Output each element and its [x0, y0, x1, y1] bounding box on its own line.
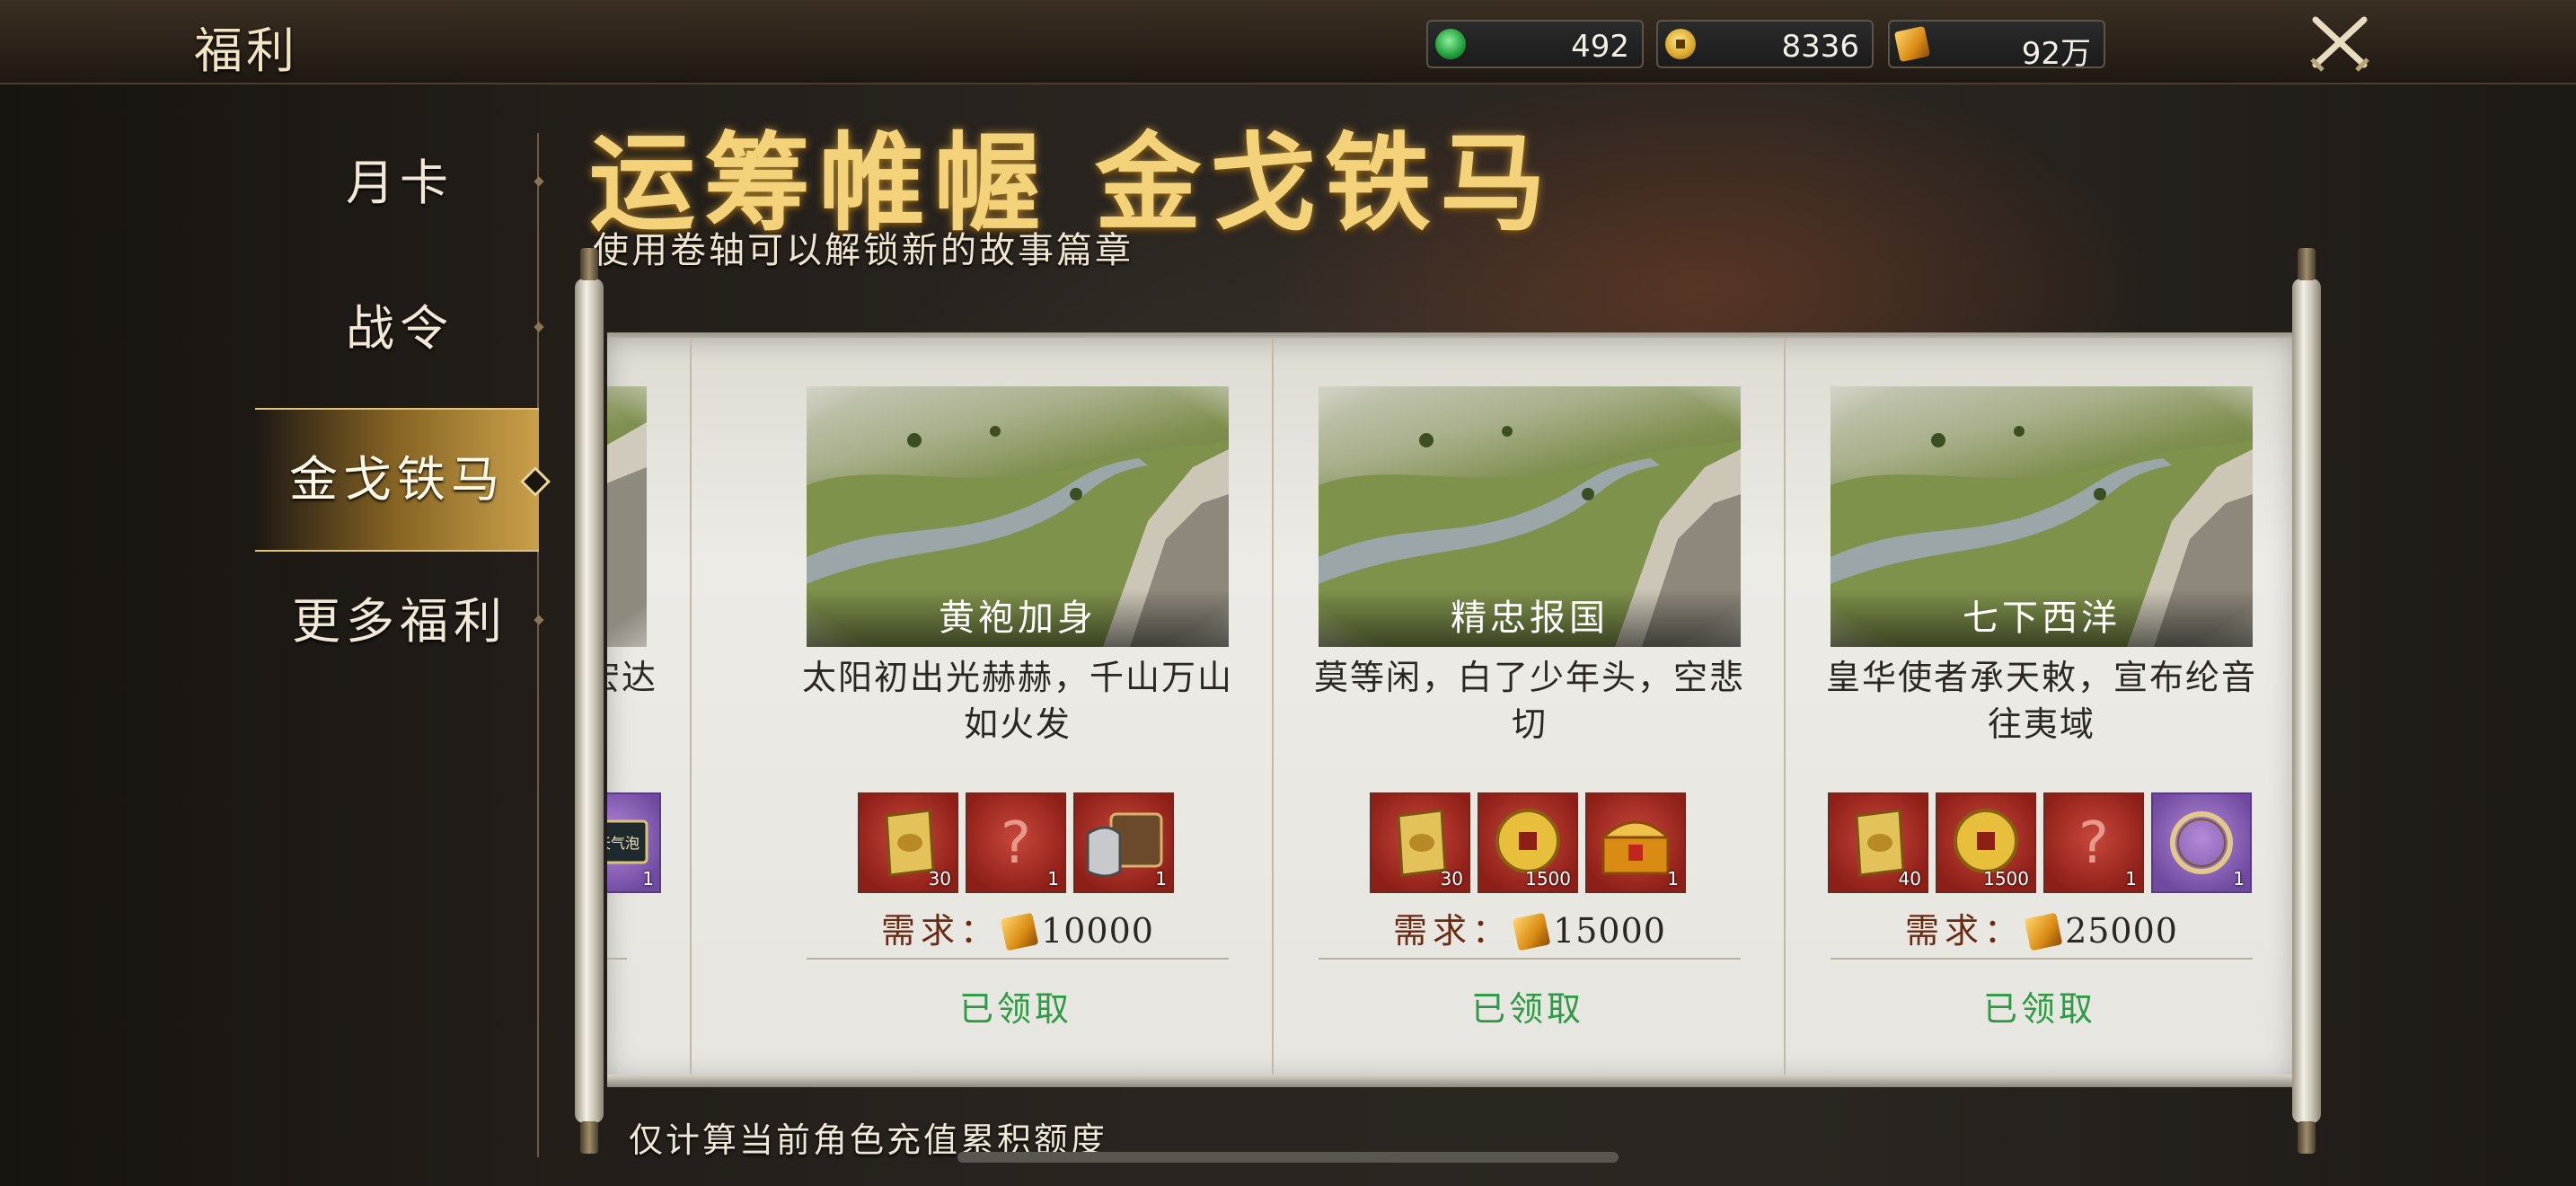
reward-row: 30 ? 1 1	[760, 792, 1272, 895]
reward-count: 1	[642, 868, 654, 890]
home-indicator[interactable]	[957, 1152, 1619, 1163]
sidebar-active-marker	[520, 466, 551, 497]
reward-count: 1	[1047, 868, 1059, 890]
partial-chapter-card[interactable]: 基宏达 聊天气泡 1	[607, 338, 692, 1080]
jade-icon	[1435, 29, 1466, 59]
sidebar-item-label: 金戈铁马	[289, 451, 505, 508]
chapter-title: 七下西洋	[1831, 589, 2253, 647]
reward-count: 1	[2233, 868, 2245, 890]
gold-ingot-icon	[1512, 912, 1551, 951]
reward-item[interactable]: 1500	[1936, 792, 2036, 893]
scroll-right-rod	[2292, 248, 2321, 1154]
gold-ingot-icon	[1000, 912, 1039, 951]
reward-count: 1500	[1525, 868, 1571, 890]
requirement-label: 需求：	[1905, 911, 2025, 951]
chapter-card[interactable]: 七下西洋 皇华使者承天敕，宣布纶音往夷域 40 1500 ? 1 1 需求： 2…	[1784, 338, 2294, 1080]
svg-text:?: ?	[1001, 810, 1031, 877]
sidebar-marker	[534, 176, 544, 187]
sidebar-item-label: 月卡	[346, 155, 454, 211]
reward-item[interactable]: 1500	[1478, 792, 1578, 893]
claimed-status: 已领取	[958, 989, 1072, 1029]
reward-count: 1	[1667, 868, 1679, 890]
reward-count: 30	[928, 868, 951, 890]
reward-item[interactable]: ? 1	[966, 792, 1066, 893]
chapter-description: 莫等闲，白了少年头，空悲切	[1313, 658, 1745, 744]
chapter-title: 黄袍加身	[807, 589, 1229, 647]
reward-item[interactable]: 1	[1585, 792, 1686, 893]
reward-item[interactable]: 40	[1828, 792, 1928, 893]
reward-row: 30 1500 1	[1272, 792, 1784, 895]
reward-item[interactable]: ? 1	[2043, 792, 2144, 893]
reward-count: 30	[1440, 868, 1463, 890]
chapter-description: 基宏达	[607, 658, 657, 697]
gold-ingot-icon	[2024, 912, 2063, 951]
banner-subtitle: 使用卷轴可以解锁新的故事篇章	[593, 230, 1134, 271]
sidebar-item-label: 更多福利	[292, 593, 507, 650]
top-bar	[0, 0, 2576, 84]
claimed-status: 已领取	[1470, 989, 1584, 1029]
requirement-value: 15000	[1553, 911, 1666, 951]
chapter-image	[607, 386, 647, 647]
chapter-description: 皇华使者承天敕，宣布纶音往夷域	[1825, 658, 2257, 744]
sidebar-item-monthly-card[interactable]: 月卡	[260, 129, 544, 237]
resource-jade[interactable]: 492	[1426, 20, 1644, 68]
sidebar-item-battle-pass[interactable]: 战令	[260, 275, 544, 383]
coin-icon	[1665, 29, 1696, 59]
reward-count: 1	[1155, 868, 1167, 890]
sidebar-item-more-benefits[interactable]: 更多福利	[260, 568, 544, 676]
scroll-paper[interactable]: 基宏达 聊天气泡 1 黄袍加身 太阳初出光赫赫，千山万山如火发	[607, 338, 2294, 1080]
requirement-line: 需求： 25000	[1831, 904, 2253, 960]
requirement-label: 需求：	[1393, 911, 1513, 951]
reward-count: 1	[2125, 868, 2137, 890]
requirement-line: 需求： 10000	[807, 904, 1229, 960]
scroll-left-rod	[575, 248, 604, 1154]
chapter-title: 精忠报国	[1319, 589, 1741, 647]
chapter-card[interactable]: 精忠报国 莫等闲，白了少年头，空悲切 30 1500 1 需求： 15000 已…	[1272, 338, 1786, 1080]
reward-item[interactable]: 1	[2151, 792, 2252, 893]
sidebar-item-jinge-tiema[interactable]: 金戈铁马	[255, 408, 551, 552]
requirement-line: 需求： 15000	[1319, 904, 1741, 960]
reward-item[interactable]: 30	[858, 792, 958, 893]
reward-row: 40 1500 ? 1 1	[1784, 792, 2294, 895]
reward-item[interactable]: 30	[1370, 792, 1470, 893]
reward-count: 40	[1898, 868, 1921, 890]
reward-row: 聊天气泡 1	[607, 792, 665, 895]
claimed-status: 已领取	[1982, 989, 2096, 1029]
resource-value: 8336	[1781, 29, 1859, 65]
chat-bubble-text: 聊天气泡	[607, 835, 640, 852]
sidebar-marker	[534, 322, 544, 332]
reward-count: 1500	[1983, 868, 2029, 890]
reward-item[interactable]: 1	[1073, 792, 1174, 893]
chapter-description: 太阳初出光赫赫，千山万山如火发	[801, 658, 1233, 744]
requirement-label: 需求：	[881, 911, 1001, 951]
requirement-line	[607, 904, 627, 960]
gold-ingot-icon	[1893, 25, 1931, 63]
resource-coin[interactable]: 8336	[1656, 20, 1874, 68]
resource-gold[interactable]: 92万	[1888, 20, 2105, 72]
reward-item[interactable]: 聊天气泡 1	[607, 792, 661, 893]
requirement-value: 10000	[1041, 911, 1154, 951]
resource-value: 492	[1571, 29, 1629, 65]
requirement-value: 25000	[2065, 911, 2178, 951]
sidebar-item-label: 战令	[346, 300, 454, 357]
resource-value: 92万	[2021, 36, 2091, 72]
close-button[interactable]	[2308, 13, 2371, 72]
sidebar-marker	[534, 615, 544, 625]
page-title: 福利	[194, 22, 298, 79]
chapter-card[interactable]: 黄袍加身 太阳初出光赫赫，千山万山如火发 30 ? 1 1 需求： 10000 …	[760, 338, 1274, 1080]
scroll-bottom-edge	[607, 1075, 2294, 1087]
close-crossed-swords-icon	[2310, 16, 2369, 72]
svg-text:?: ?	[2078, 810, 2109, 877]
